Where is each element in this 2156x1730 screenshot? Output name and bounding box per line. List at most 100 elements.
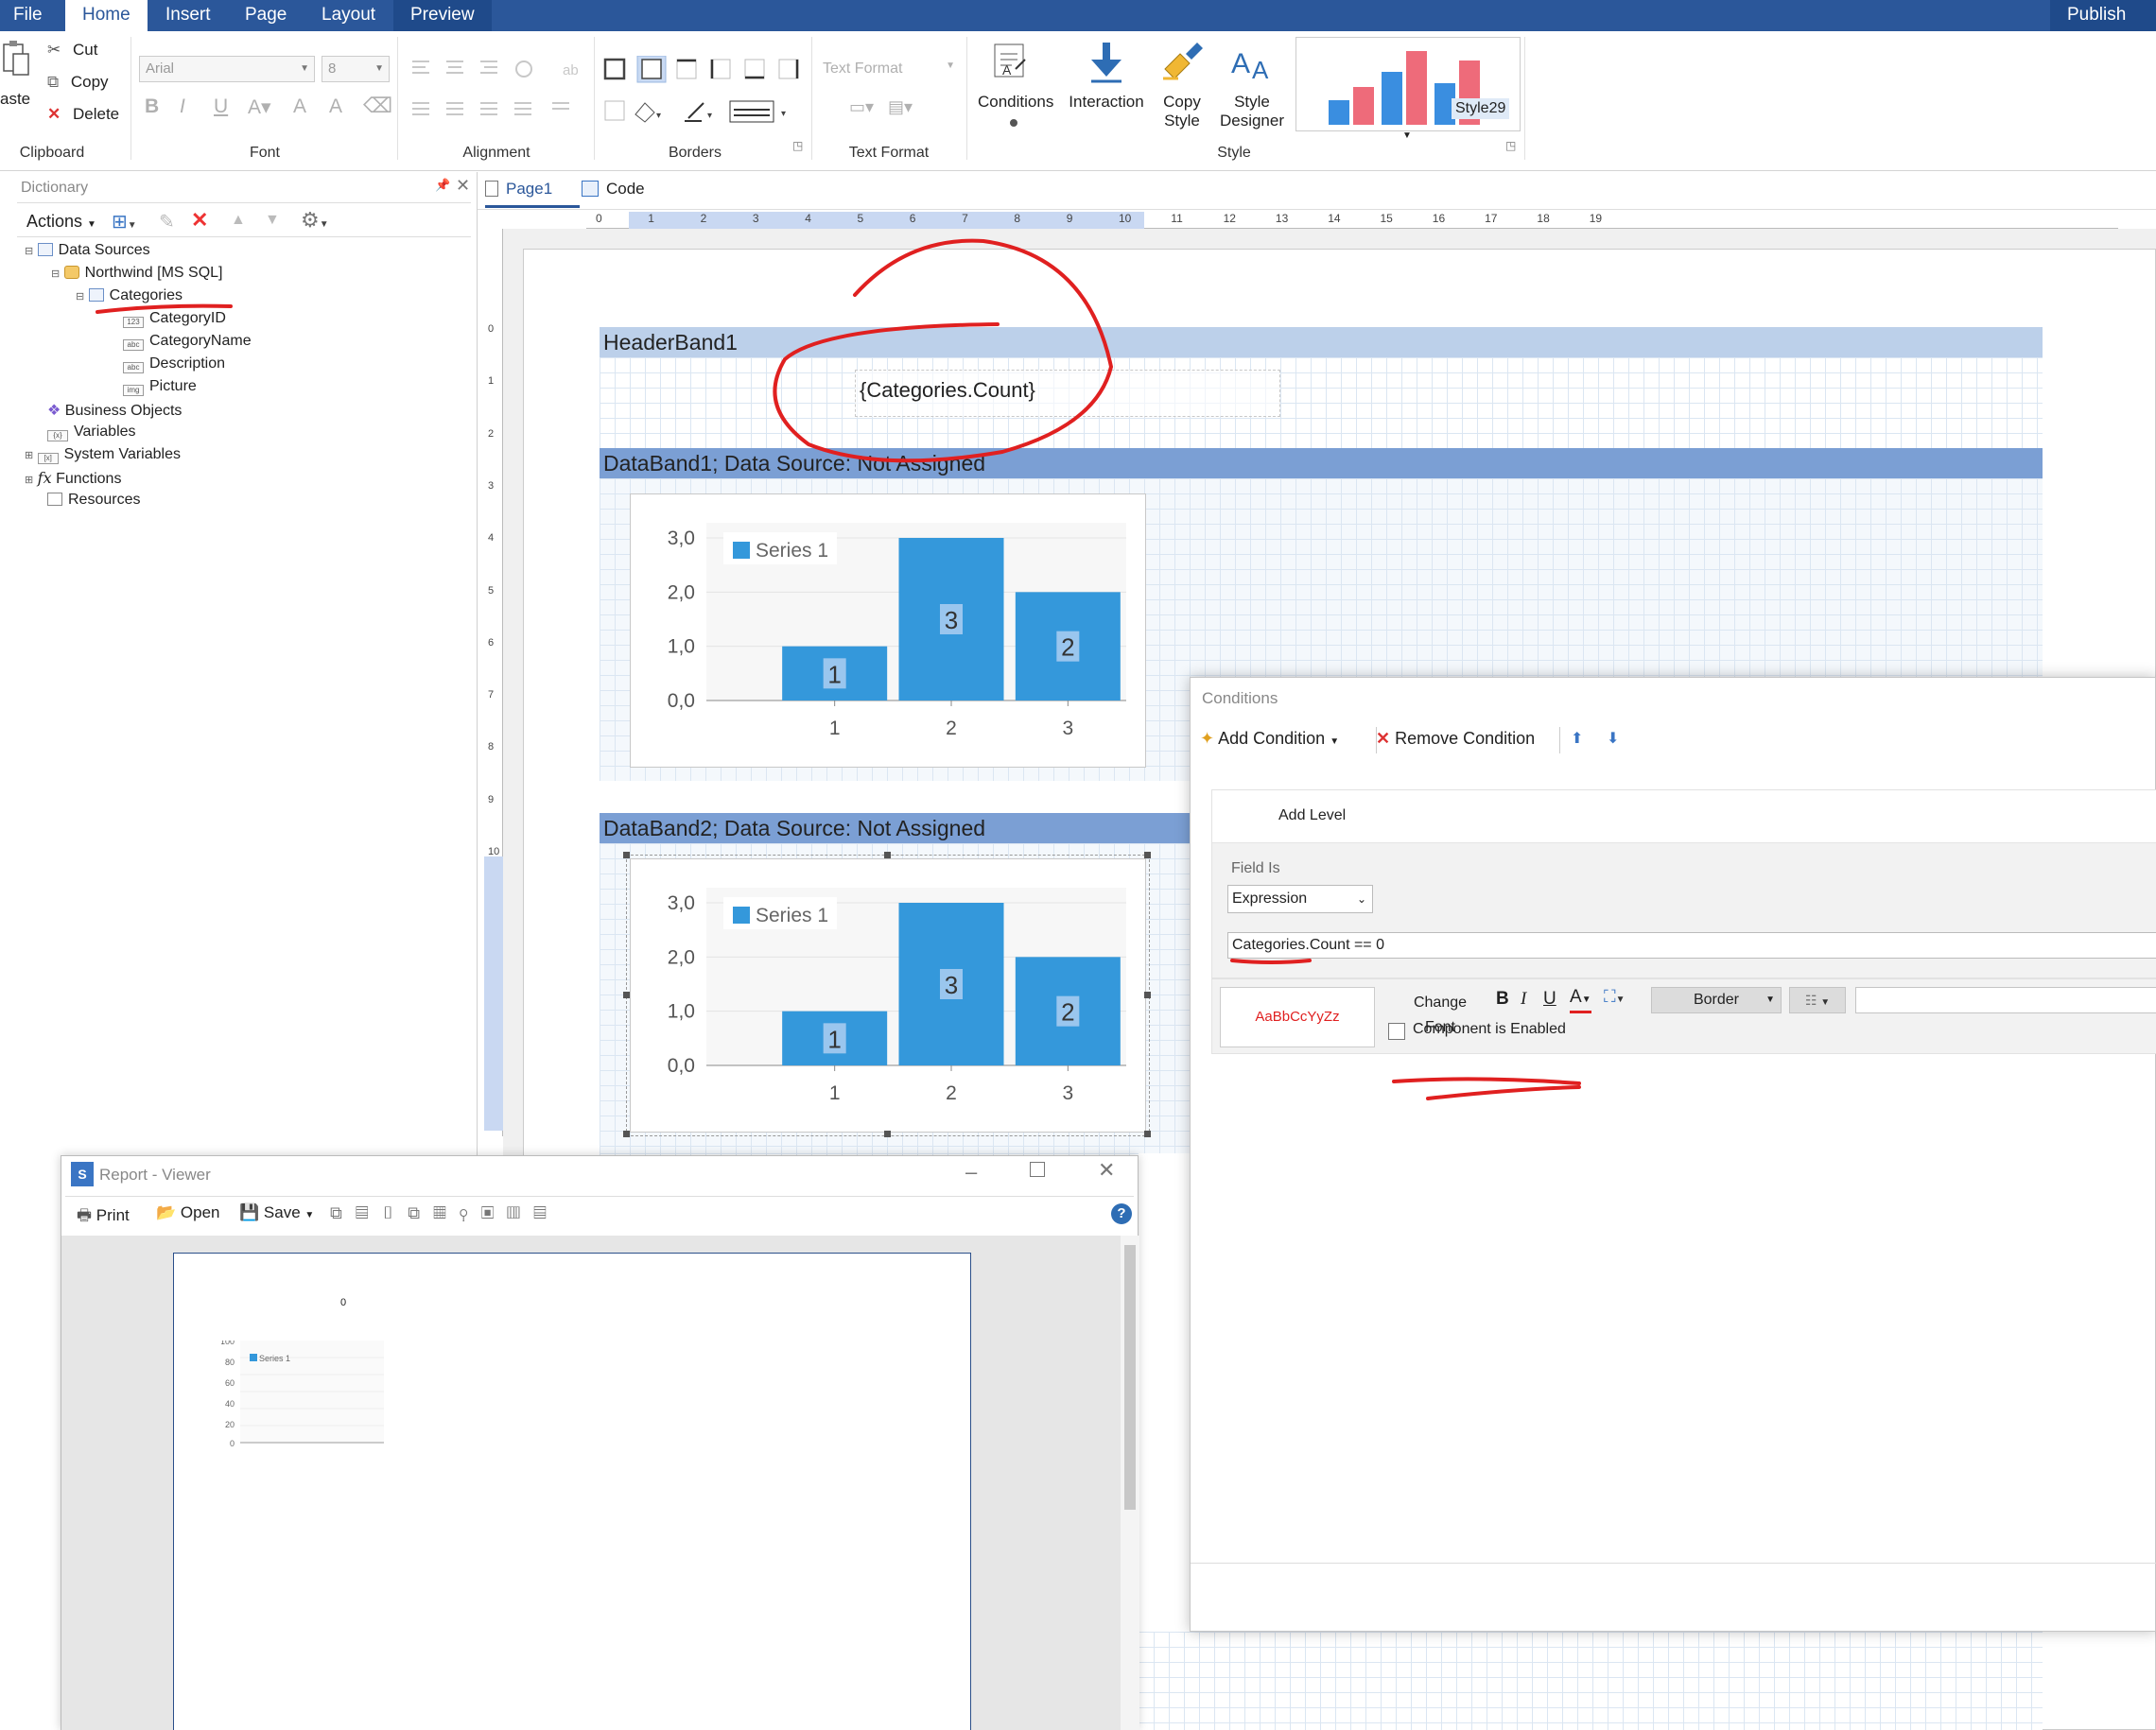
tab-file[interactable]: File [0,0,60,31]
move-down-icon[interactable]: ⬇ [1607,729,1619,748]
expand-icon: ⊞ [25,450,34,461]
interaction-button[interactable]: Interaction [1063,41,1150,116]
tree-resources[interactable]: Resources [47,492,140,509]
settings-icon[interactable]: ⚙▼ [301,208,329,233]
tab-layout[interactable]: Layout [304,0,392,31]
move-down-icon[interactable]: ▼ [265,212,280,229]
print-button[interactable]: 🖶 Print [77,1203,130,1231]
clear-format-icon[interactable]: ⌫ [363,94,392,118]
tree-field[interactable]: 123 CategoryID [123,310,226,328]
viewer-page: 0 Series 1 100 80 60 40 20 0 [173,1253,971,1730]
copy-style-button[interactable]: Copy Style [1156,41,1208,145]
open-button[interactable]: 📂 Open [156,1203,220,1222]
text-format-combo[interactable]: Text Format ▼ [823,61,955,78]
viewer-scrollbar[interactable] [1121,1236,1139,1730]
tab-preview[interactable]: Preview [393,0,492,31]
pin-icon[interactable]: 📌 [435,178,450,193]
help-icon[interactable]: ? [1111,1203,1132,1224]
style-designer-button[interactable]: AA Style Designer [1214,41,1290,145]
header-band-area[interactable]: HeaderBand1 {Categories.Count} [600,327,2043,450]
chevron-down-icon[interactable]: ▼ [1402,130,1412,141]
menu-bar: File Home Insert Page Layout Preview Pub… [0,0,2156,31]
expression-input[interactable]: Categories.Count == 0 [1227,932,2156,959]
databand2-title[interactable]: DataBand2; Data Source: Not Assigned [600,813,1191,843]
move-up-icon[interactable]: ▲ [231,212,246,229]
move-up-icon[interactable]: ⬆ [1571,729,1583,748]
tab-insert[interactable]: Insert [148,0,228,31]
actions-menu-button[interactable]: Actions ▼ [26,212,96,232]
borders-icons: ▾ ▾ ▾ [603,55,799,123]
delete-button[interactable]: ✕ Delete [47,105,119,124]
edit-icon[interactable]: ✎ [159,210,175,234]
new-item-icon[interactable]: ⊞▼ [112,210,137,234]
tree-variables[interactable]: {x} Variables [47,424,136,441]
text-field-icon: abc [123,339,144,351]
tab-home[interactable]: Home [65,0,148,31]
divider [65,1196,1134,1197]
font-size-combo[interactable]: 8 ▼ [322,56,390,82]
underline-icon[interactable]: U [214,95,228,118]
borders-dialog-launcher-icon[interactable]: ◳ [792,139,803,152]
paste-button[interactable] [2,41,30,78]
grow-font-icon[interactable]: A [293,95,306,118]
tree-field[interactable]: abc Description [123,355,225,373]
close-icon[interactable]: ✕ [456,176,470,196]
field-is-select[interactable]: Expression ⌄ [1227,885,1373,913]
italic-icon[interactable]: I [1521,989,1526,1010]
tree-field[interactable]: img Picture [123,378,197,396]
list-style-dropdown[interactable]: ☷ ▼ [1789,987,1846,1013]
save-button[interactable]: 💾 Save ▼ [239,1203,314,1222]
format-extra-input[interactable] [1855,987,2156,1013]
viewer-title: Report - Viewer [99,1166,211,1184]
maximize-icon[interactable] [1030,1162,1045,1177]
alignment-icons: ab [412,61,579,115]
bold-icon[interactable]: B [145,95,159,118]
style-gallery-item[interactable]: Style29 [1452,98,1510,119]
text-color-icon[interactable]: A▼ [1570,987,1591,1013]
cut-button[interactable]: ✂ Cut [47,41,97,60]
alignment-buttons[interactable]: ab [409,56,588,141]
scrollbar-thumb[interactable] [1124,1245,1136,1510]
style-gallery[interactable]: Style29 ▼ [1295,37,1521,141]
conditions-button[interactable]: A Conditions [978,41,1053,145]
style-dialog-launcher-icon[interactable]: ◳ [1505,139,1516,152]
border-dropdown[interactable]: Border ▼ [1651,987,1782,1013]
format-icons[interactable]: ▭▾ ▤▾ [849,97,913,117]
close-icon[interactable]: ✕ [1098,1158,1115,1183]
header-textbox[interactable]: {Categories.Count} [855,370,1280,417]
font-family-combo[interactable]: Arial ▼ [139,56,315,82]
fill-color-icon[interactable]: ⛶▼ [1604,987,1626,1007]
tree-business-objects[interactable]: ❖ Business Objects [47,401,182,420]
header-band-title[interactable]: HeaderBand1 [600,327,2043,357]
remove-condition-button[interactable]: ✕ Remove Condition [1376,729,1535,749]
underline-icon[interactable]: U [1543,989,1556,1010]
italic-icon[interactable]: I [180,95,185,118]
publish-button[interactable]: Publish [2050,0,2156,31]
tree-functions[interactable]: ⊞ fx Functions [25,469,121,488]
borders-buttons[interactable]: ▾ ▾ ▾ [601,55,806,141]
add-condition-button[interactable]: ✦ Add Condition ▼ [1200,729,1339,749]
add-level-button[interactable]: Add Level [1278,807,1346,824]
tab-page1[interactable]: Page1 [485,180,580,208]
bold-icon[interactable]: B [1496,989,1509,1010]
font-color-icon[interactable]: A▾ [248,95,271,119]
tree-connection[interactable]: ⊟ Northwind [MS SQL] [51,265,223,282]
tree-data-sources[interactable]: ⊟ Data Sources [25,242,150,259]
paste-label[interactable]: aste [0,90,30,109]
chart-2[interactable]: 0,0 1,0 2,0 3,0 1 1 2 3 3 2 Series 1 [630,858,1146,1133]
shrink-font-icon[interactable]: A [329,95,342,118]
viewer-toolbar-icons[interactable]: ⧉▤▯⧉▦⚲▣▥▤ [330,1203,560,1223]
condition-panel: Add Level Field Is Expression ⌄ Categori… [1211,789,2156,978]
tree-system-variables[interactable]: ⊞ [x] System Variables [25,446,181,464]
change-font-button[interactable]: Change Font [1398,991,1483,1035]
minimize-icon[interactable]: – [965,1160,977,1185]
tab-page[interactable]: Page [228,0,304,31]
tab-code[interactable]: Code [582,180,657,208]
databand1-title[interactable]: DataBand1; Data Source: Not Assigned [600,448,2043,478]
tree-table-categories[interactable]: ⊟ Categories [76,287,183,304]
chart-1[interactable]: 0,0 1,0 2,0 3,0 1 1 2 3 3 2 Series 1 [630,493,1146,768]
delete-icon[interactable]: ✕ [191,208,208,233]
copy-button[interactable]: ⧉ Copy [47,73,109,92]
tree-field[interactable]: abc CategoryName [123,333,252,351]
component-enabled-checkbox[interactable] [1388,1023,1405,1040]
